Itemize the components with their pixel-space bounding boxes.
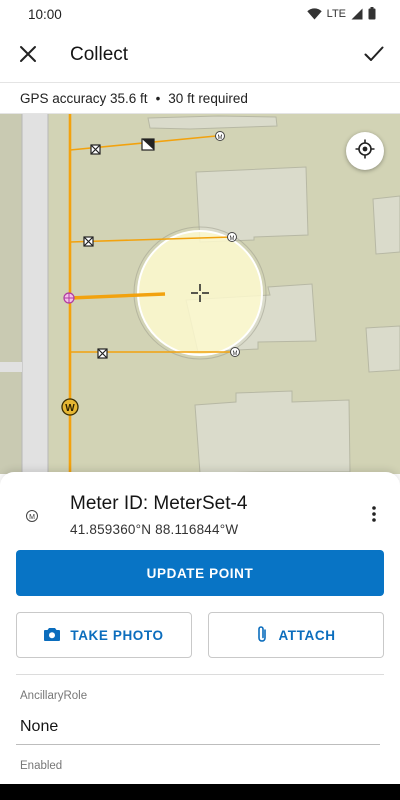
crosshair-locate-icon xyxy=(355,139,375,164)
wifi-icon xyxy=(306,7,322,20)
svg-text:M: M xyxy=(29,514,35,521)
meter-symbol-icon: M xyxy=(24,508,40,524)
gps-accuracy-bar: GPS accuracy 35.6 ft • 30 ft required xyxy=(0,82,400,114)
system-navigation-bar xyxy=(0,784,400,800)
map-building xyxy=(372,195,400,255)
update-point-label: UPDATE POINT xyxy=(146,565,254,581)
take-photo-button[interactable]: TAKE PHOTO xyxy=(16,612,192,658)
more-vertical-icon xyxy=(372,505,376,527)
more-options-button[interactable] xyxy=(364,502,384,530)
section-divider xyxy=(16,674,384,675)
valve-symbol-icon[interactable] xyxy=(83,236,94,247)
map-building xyxy=(195,166,309,243)
map-building xyxy=(365,325,400,373)
valve-symbol-icon[interactable] xyxy=(97,348,108,359)
ancillary-role-label: AncillaryRole xyxy=(20,690,88,702)
attach-button[interactable]: ATTACH xyxy=(208,612,384,658)
take-photo-label: TAKE PHOTO xyxy=(70,627,164,643)
valve-symbol-icon[interactable] xyxy=(90,144,101,155)
meter-symbol-icon[interactable]: M xyxy=(227,232,237,243)
map-view[interactable]: M M M W xyxy=(0,114,400,474)
ancillary-role-underline xyxy=(16,744,380,745)
feature-sheet: M Meter ID: MeterSet-4 41.859360°N 88.11… xyxy=(0,472,400,784)
network-type-label: LTE xyxy=(326,7,346,20)
map-building xyxy=(194,390,351,474)
gps-separator: • xyxy=(155,90,161,106)
camera-icon xyxy=(44,627,61,644)
feature-coordinates: 41.859360°N 88.116844°W xyxy=(70,522,239,537)
page-title: Collect xyxy=(70,44,129,65)
gps-accuracy-text: GPS accuracy 35.6 ft xyxy=(20,90,148,106)
app-bar: Collect xyxy=(0,30,400,82)
checkmark-icon xyxy=(364,46,384,67)
enabled-label: Enabled xyxy=(20,760,63,772)
water-symbol-icon[interactable]: W xyxy=(61,398,79,416)
map-road xyxy=(22,114,48,474)
paperclip-icon xyxy=(256,625,268,646)
svg-text:M: M xyxy=(218,135,223,141)
confirm-button[interactable] xyxy=(356,38,392,74)
junction-symbol-icon[interactable] xyxy=(63,292,75,304)
svg-text:W: W xyxy=(65,403,75,414)
status-bar: 10:00 LTE xyxy=(0,0,400,30)
cellular-signal-icon xyxy=(351,8,363,20)
close-button[interactable] xyxy=(10,38,46,74)
status-time: 10:00 xyxy=(28,7,62,22)
gps-required-text: 30 ft required xyxy=(168,90,248,106)
meter-symbol-icon[interactable]: M xyxy=(215,131,225,142)
update-point-button[interactable]: UPDATE POINT xyxy=(16,550,384,596)
ancillary-role-field[interactable]: None xyxy=(20,718,58,736)
hydrant-symbol-icon[interactable] xyxy=(141,138,155,151)
svg-text:M: M xyxy=(233,351,238,357)
status-icons: LTE xyxy=(306,7,376,20)
attach-label: ATTACH xyxy=(278,627,336,643)
meter-symbol-icon[interactable]: M xyxy=(230,347,240,358)
map-building xyxy=(147,115,278,130)
close-icon xyxy=(19,45,37,68)
svg-text:M: M xyxy=(230,236,235,242)
feature-title: Meter ID: MeterSet-4 xyxy=(70,493,248,514)
locate-button[interactable] xyxy=(346,132,384,170)
map-canvas[interactable]: M M M W xyxy=(0,114,400,474)
battery-icon xyxy=(368,7,376,20)
